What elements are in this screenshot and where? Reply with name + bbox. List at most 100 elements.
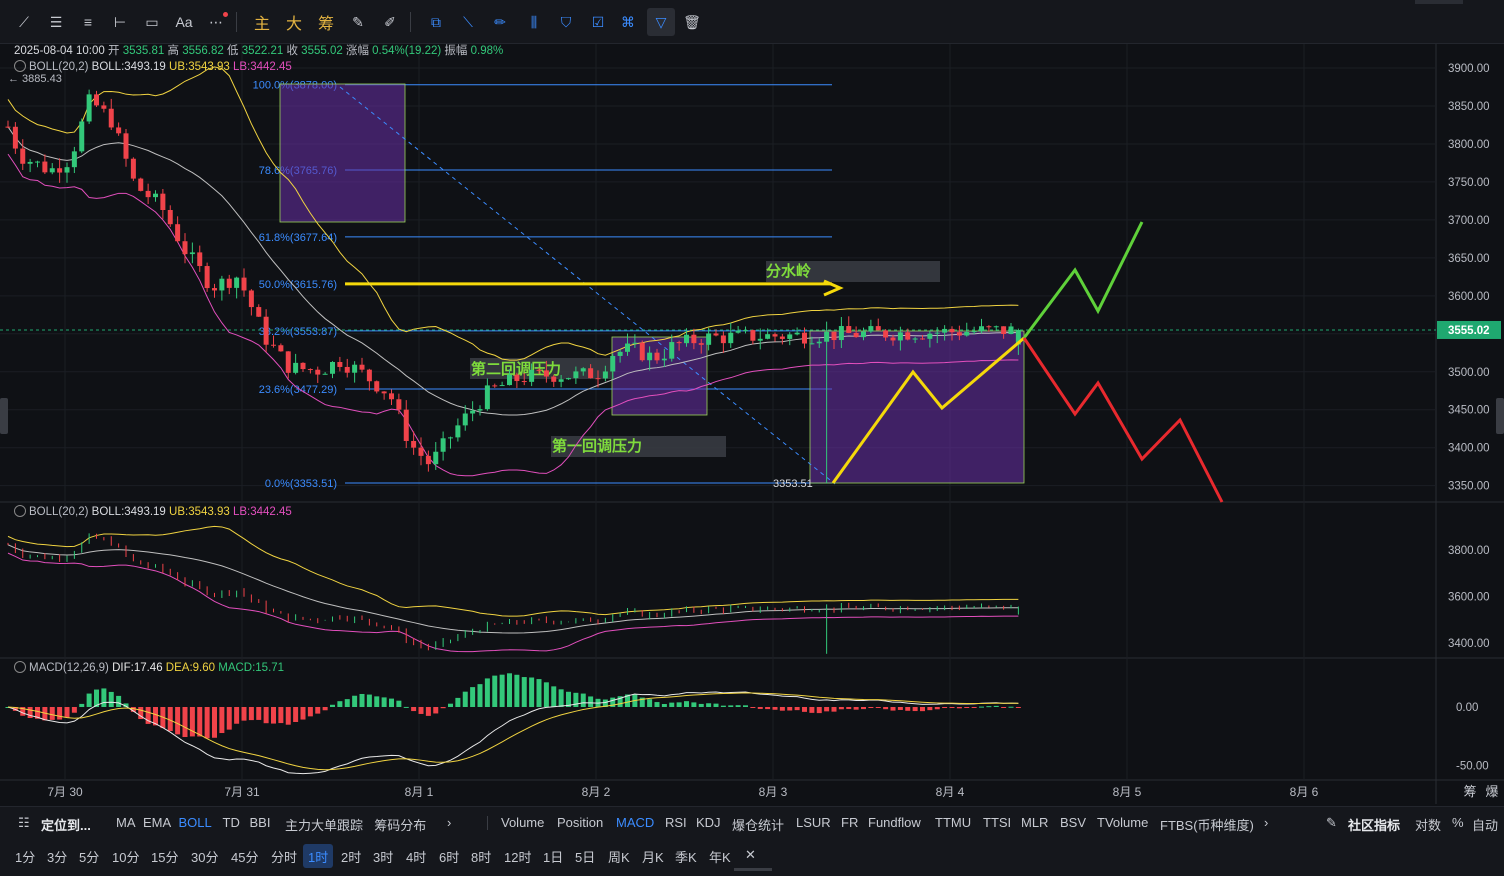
- trend-line-icon[interactable]: ⟋: [10, 8, 38, 36]
- eye-icon[interactable]: [14, 661, 26, 673]
- macd-histogram-bar: [1001, 707, 1007, 708]
- timeframe-8[interactable]: 1时: [303, 844, 334, 868]
- close-timeframe-icon[interactable]: ✕: [740, 844, 761, 868]
- community-indicator-button[interactable]: 社区指标: [1348, 815, 1400, 834]
- sub-indicator-tab-4[interactable]: KDJ: [696, 815, 721, 830]
- calendar-icon[interactable]: ☷: [18, 815, 30, 831]
- chart-area[interactable]: 3900.00 3850.00 3800.00 3750.00 3700.00 3650.…: [0, 44, 1504, 804]
- sub-indicator-tab-7[interactable]: FR: [841, 815, 858, 830]
- chevron-right-icon[interactable]: ›: [1264, 815, 1268, 830]
- candle-body: [558, 379, 564, 382]
- timeframe-13[interactable]: 8时: [466, 844, 496, 868]
- indicator-tab-3[interactable]: TD: [223, 815, 240, 830]
- sub-indicator-tab-9[interactable]: TTMU: [935, 815, 971, 830]
- timeframe-18[interactable]: 月K: [637, 844, 669, 868]
- burst-tab[interactable]: 爆: [1485, 784, 1498, 799]
- big-order-label[interactable]: 大: [280, 8, 308, 36]
- edit-indicator-icon[interactable]: ✎: [1326, 815, 1337, 831]
- magic-pen-icon[interactable]: ✐: [376, 8, 404, 36]
- resize-handle[interactable]: [734, 868, 772, 871]
- timeframe-14[interactable]: 12时: [499, 844, 536, 868]
- candle-body: [676, 342, 682, 344]
- chevron-right-icon[interactable]: ›: [447, 815, 451, 830]
- timeframe-10[interactable]: 3时: [368, 844, 398, 868]
- sub-indicator-tab-8[interactable]: Fundflow: [868, 815, 921, 830]
- indicator-tab-4[interactable]: BBI: [250, 815, 271, 830]
- time-axis-label: 8月 2: [582, 785, 611, 799]
- sub1-axis-label: 3800.00: [1448, 545, 1490, 557]
- candle-body: [241, 277, 247, 291]
- indicator-tab-6[interactable]: 筹码分布: [374, 815, 426, 834]
- timeframe-9[interactable]: 2时: [336, 844, 366, 868]
- left-collapse-handle[interactable]: [0, 398, 8, 434]
- sub-indicator-tab-3[interactable]: RSI: [665, 815, 687, 830]
- timeframe-4[interactable]: 15分: [146, 844, 183, 868]
- timeframe-1[interactable]: 3分: [42, 844, 72, 868]
- magnet-icon[interactable]: ⌘: [614, 8, 642, 36]
- auto-scale-button[interactable]: 自动: [1472, 815, 1498, 834]
- timeframe-15[interactable]: 1日: [538, 844, 568, 868]
- sub-indicator-tab-1[interactable]: Position: [557, 815, 603, 830]
- horizontal-ray-icon[interactable]: ⊢: [106, 8, 134, 36]
- candle-body: [706, 333, 712, 345]
- text-tool-icon[interactable]: Aa: [170, 8, 198, 36]
- candle-body: [403, 409, 409, 441]
- timeframe-3[interactable]: 10分: [107, 844, 144, 868]
- indicator-tab-0[interactable]: MA: [116, 815, 136, 830]
- timeframe-6[interactable]: 45分: [226, 844, 263, 868]
- main-force-label[interactable]: 主: [248, 8, 276, 36]
- top-tab-handle[interactable]: [1415, 0, 1463, 4]
- pen-icon[interactable]: ✏: [486, 8, 514, 36]
- sub-indicator-tab-0[interactable]: Volume: [501, 815, 544, 830]
- timeframe-20[interactable]: 年K: [704, 844, 736, 868]
- layer-icon[interactable]: ⧉: [422, 8, 450, 36]
- horizontal-lines-icon[interactable]: ☰: [42, 8, 70, 36]
- filter-icon[interactable]: ▽: [647, 8, 675, 36]
- candlestick-chart[interactable]: 3900.00 3850.00 3800.00 3750.00 3700.00 3650.…: [0, 44, 1504, 804]
- parallel-channel-icon[interactable]: ≡: [74, 8, 102, 36]
- sub-indicator-tab-14[interactable]: FTBS(币种维度): [1160, 815, 1254, 834]
- ruler-icon[interactable]: ⟍: [454, 8, 482, 36]
- indicator-tab-1[interactable]: EMA: [143, 815, 171, 830]
- trash-icon[interactable]: 🗑: [678, 8, 706, 36]
- chip-tab[interactable]: 筹: [1463, 784, 1476, 799]
- timeframe-11[interactable]: 4时: [401, 844, 431, 868]
- timeframe-19[interactable]: 季K: [670, 844, 702, 868]
- timeframe-12[interactable]: 6时: [434, 844, 464, 868]
- timeframe-17[interactable]: 周K: [603, 844, 635, 868]
- open-value: 3535.81: [122, 45, 165, 57]
- timeframe-5[interactable]: 30分: [186, 844, 223, 868]
- chip-label[interactable]: 筹: [312, 8, 340, 36]
- timeframe-0[interactable]: 1分: [10, 844, 40, 868]
- macd-histogram-bar: [890, 707, 896, 711]
- log-scale-button[interactable]: 对数: [1415, 815, 1441, 834]
- percent-scale-button[interactable]: %: [1452, 815, 1464, 830]
- sub-indicator-tab-5[interactable]: 爆仓统计: [732, 815, 784, 834]
- timeframe-7[interactable]: 分时: [266, 844, 302, 868]
- sub-indicator-tab-2[interactable]: MACD: [616, 815, 654, 830]
- eye-icon[interactable]: [14, 60, 26, 72]
- ai-draw-icon[interactable]: ✎: [344, 8, 372, 36]
- indicator-bar: ☷ 定位到... MA EMA BOLL TD BBI 主力大单跟踪 筹码分布 › Volume Po…: [0, 806, 1504, 838]
- right-collapse-handle[interactable]: [1496, 398, 1504, 434]
- more-tools-icon[interactable]: ⋯: [202, 8, 230, 36]
- macd-dea: DEA:9.60: [165, 662, 216, 674]
- watershed-label: 分水岭: [766, 262, 811, 280]
- rectangle-icon[interactable]: ▭: [138, 8, 166, 36]
- sub-indicator-tab-13[interactable]: TVolume: [1097, 815, 1148, 830]
- timeframe-16[interactable]: 5日: [570, 844, 600, 868]
- macd-histogram-bar: [256, 707, 262, 720]
- edit-list-icon[interactable]: ☑: [584, 8, 612, 36]
- sub-indicator-tab-10[interactable]: TTSI: [983, 815, 1011, 830]
- indicator-tab-2[interactable]: BOLL: [179, 815, 212, 830]
- lock-icon[interactable]: ⛉: [552, 8, 580, 36]
- indicator-tab-5[interactable]: 主力大单跟踪: [285, 815, 363, 834]
- sub-indicator-tab-11[interactable]: MLR: [1021, 815, 1048, 830]
- locate-button[interactable]: 定位到...: [41, 815, 91, 834]
- eye-icon[interactable]: [14, 505, 26, 517]
- sub-indicator-tab-6[interactable]: LSUR: [796, 815, 831, 830]
- sub-indicator-tab-12[interactable]: BSV: [1060, 815, 1086, 830]
- candles-icon[interactable]: ⫼: [520, 8, 548, 36]
- timeframe-2[interactable]: 5分: [74, 844, 104, 868]
- macd-histogram-bar: [772, 707, 778, 710]
